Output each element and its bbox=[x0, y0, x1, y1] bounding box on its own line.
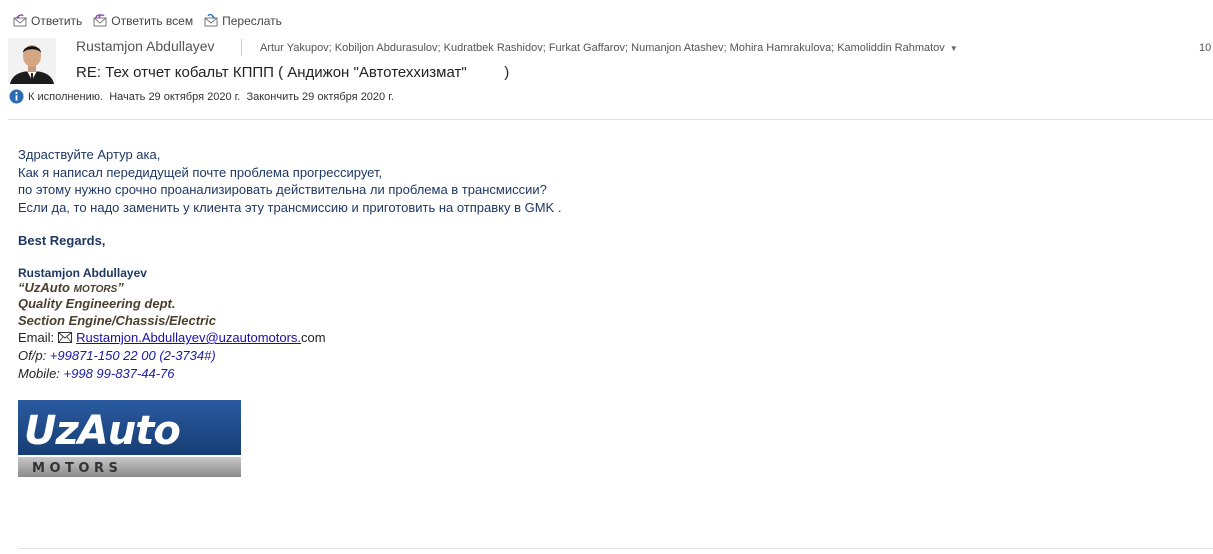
signature-name: Rustamjon Abdullayev bbox=[18, 266, 147, 280]
email-subject: RE: Тех отчет кобальт КППП ( Андижон "Ав… bbox=[76, 64, 510, 81]
sender-name[interactable]: Rustamjon Abdullayev bbox=[76, 38, 215, 54]
body-line: по этому нужно срочно проанализировать д… bbox=[18, 182, 547, 197]
forward-button[interactable]: Переслать bbox=[203, 14, 282, 28]
closing-regards: Best Regards, bbox=[18, 233, 106, 248]
signature-office-phone: Of/p: +99871-150 22 00 (2-3734#) bbox=[18, 348, 216, 363]
signature-section: Section Engine/Chassis/Electric bbox=[18, 313, 216, 328]
reading-pane-toolbar: Ответить Ответить всем Переслать bbox=[12, 12, 292, 30]
office-phone-value[interactable]: +99871-150 22 00 (2-3734#) bbox=[50, 348, 216, 363]
email-body: Здраствуйте Артур ака, Как я написал пер… bbox=[18, 146, 561, 216]
logo-main-text: UzAuto bbox=[24, 408, 180, 454]
sender-avatar[interactable] bbox=[8, 38, 56, 84]
company-name: “UzAuto bbox=[18, 280, 74, 295]
body-line: Если да, то надо заменить у клиента эту … bbox=[18, 199, 562, 215]
flag-text: К исполнению. Начать 29 октября 2020 г. … bbox=[28, 90, 394, 103]
body-line: Как я написал передидущей почте проблема… bbox=[18, 164, 383, 180]
signature-mobile: Mobile: +998 99-837-44-76 bbox=[18, 366, 174, 381]
office-phone-label: Of/p: bbox=[18, 348, 50, 363]
follow-up-flag: К исполнению. Начать 29 октября 2020 г. … bbox=[9, 89, 394, 104]
reply-label: Ответить bbox=[31, 14, 83, 28]
signature-email: Email: Rustamjon.Abdullayev@uzautomotors… bbox=[18, 330, 326, 345]
company-name-small: MOTORS bbox=[73, 284, 118, 295]
info-icon bbox=[9, 89, 24, 104]
mobile-label: Mobile: bbox=[18, 366, 64, 381]
header-separator bbox=[8, 119, 1213, 120]
recipients-list[interactable]: Artur Yakupov; Kobiljon Abdurasulov; Kud… bbox=[260, 42, 958, 54]
company-quote: ” bbox=[117, 280, 124, 295]
envelope-icon bbox=[58, 332, 73, 343]
reply-all-icon bbox=[93, 14, 107, 27]
reply-all-button[interactable]: Ответить всем bbox=[92, 14, 193, 28]
reply-button[interactable]: Ответить bbox=[12, 14, 82, 28]
signature-company: “UzAuto MOTORS” bbox=[18, 280, 124, 295]
footer-separator bbox=[18, 548, 1213, 549]
reply-icon bbox=[13, 14, 27, 27]
email-tail: com bbox=[301, 330, 326, 345]
logo-sub-text: M O T O R S bbox=[32, 461, 118, 476]
email-link[interactable]: Rustamjon.Abdullayev@uzautomotors. bbox=[76, 330, 301, 345]
email-label: Email: bbox=[18, 330, 55, 345]
signature-department: Quality Engineering dept. bbox=[18, 296, 176, 311]
uzauto-motors-logo: UzAuto M O T O R S bbox=[18, 400, 241, 477]
mobile-value[interactable]: +998 99-837-44-76 bbox=[64, 366, 175, 381]
header-divider bbox=[241, 39, 242, 56]
recipients-text: Artur Yakupov; Kobiljon Abdurasulov; Kud… bbox=[260, 42, 945, 54]
forward-label: Переслать bbox=[222, 14, 282, 28]
expand-recipients-icon[interactable]: ▼ bbox=[950, 44, 958, 53]
reply-all-label: Ответить всем bbox=[111, 14, 194, 28]
received-date: 10 bbox=[1199, 42, 1212, 54]
forward-icon bbox=[204, 14, 218, 27]
body-line: Здраствуйте Артур ака, bbox=[18, 147, 161, 162]
